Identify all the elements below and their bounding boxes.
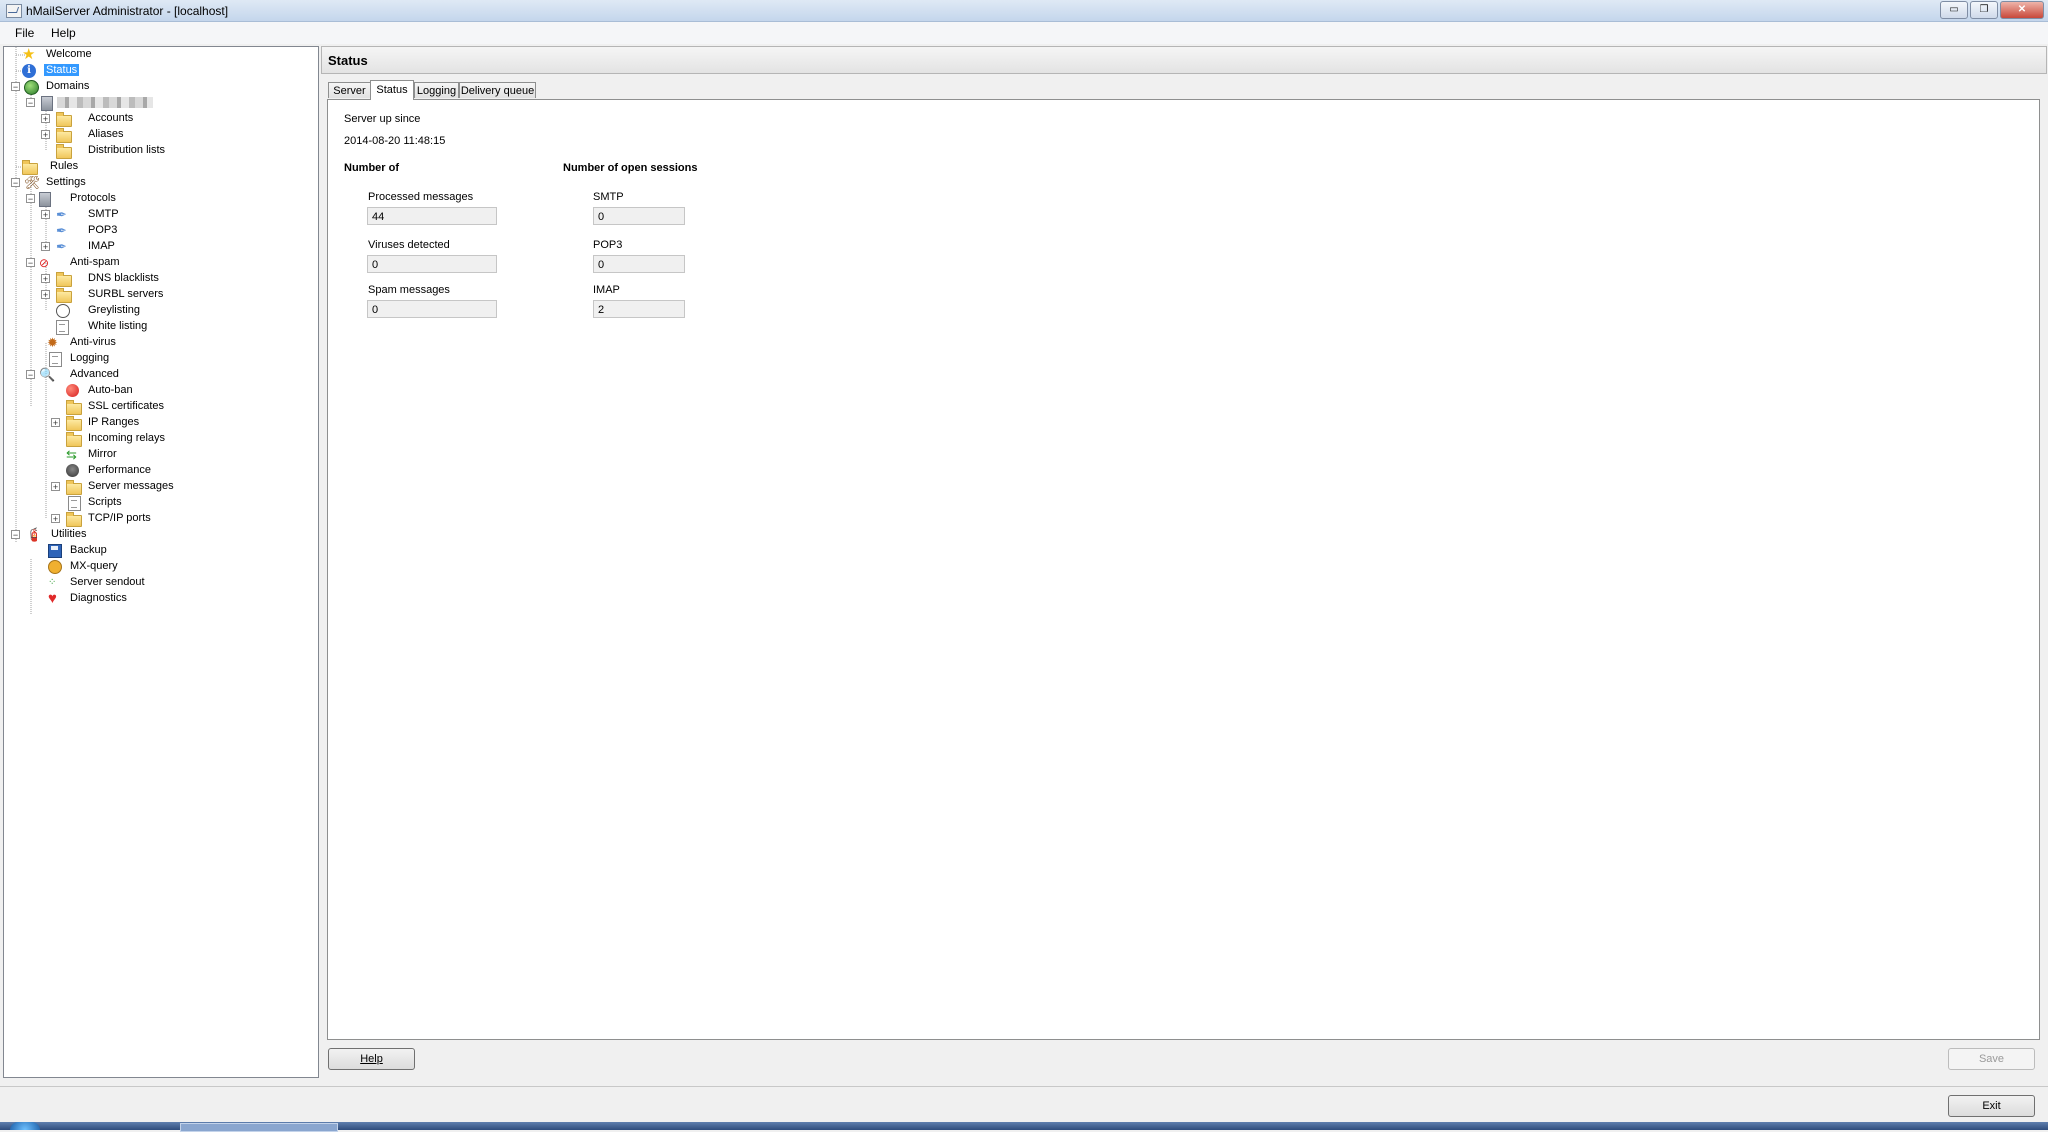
redacted-domain-name [57, 97, 153, 108]
folder-icon [22, 160, 38, 175]
collapse-icon[interactable]: − [11, 82, 20, 92]
menu-file[interactable]: File [15, 26, 34, 40]
collapse-icon[interactable]: − [26, 98, 35, 108]
folder-icon [56, 112, 72, 127]
folder-icon [56, 272, 72, 287]
window-controls: ▭ ❐ ✕ [1940, 1, 2044, 19]
tab-server[interactable]: Server [328, 82, 371, 98]
tree-item-domain-redacted[interactable]: − [23, 95, 173, 111]
taskbar [0, 1122, 2048, 1132]
folder-icon [56, 288, 72, 303]
expand-icon[interactable]: + [51, 482, 60, 492]
spam-messages-label: Spam messages [368, 284, 450, 296]
help-button[interactable]: Help [328, 1048, 415, 1070]
magnifier-icon: 🔍 [39, 367, 56, 382]
menu-bar: File Help [0, 22, 2048, 44]
log-icon [49, 352, 62, 367]
folder-icon [66, 416, 82, 431]
folder-icon [66, 480, 82, 495]
close-button[interactable]: ✕ [2000, 1, 2044, 19]
taskbar-window-button[interactable] [180, 1123, 338, 1132]
expand-icon[interactable]: + [51, 418, 60, 428]
collapse-icon[interactable]: − [26, 194, 35, 204]
server-up-since-label: Server up since [344, 113, 421, 125]
info-icon: i [22, 64, 36, 78]
title-bar: hMailServer Administrator - [localhost] … [0, 0, 2048, 22]
navigation-tree[interactable]: ★ Welcome i Status − Domains − + Account… [3, 46, 319, 1078]
tab-logging[interactable]: Logging [414, 82, 459, 98]
gauge-icon [66, 464, 79, 477]
spam-messages-field[interactable]: 0 [367, 300, 497, 318]
feather-icon: ✒ [56, 207, 67, 222]
smtp-sessions-label: SMTP [593, 191, 624, 203]
expand-icon[interactable]: + [41, 274, 50, 284]
protocols-icon [39, 192, 51, 207]
exit-button[interactable]: Exit [1948, 1095, 2035, 1117]
start-orb-icon[interactable] [10, 1122, 40, 1130]
feather-icon: ✒ [56, 239, 67, 254]
expand-icon[interactable]: + [41, 130, 50, 140]
bottom-separator [0, 1086, 2048, 1087]
open-sessions-heading: Number of open sessions [563, 162, 698, 174]
restore-button[interactable]: ❐ [1970, 1, 1998, 19]
tab-delivery-queue[interactable]: Delivery queue [459, 82, 536, 98]
tab-status[interactable]: Status [370, 80, 414, 100]
folder-icon [66, 512, 82, 527]
expand-icon[interactable]: + [41, 210, 50, 220]
expand-icon[interactable]: + [51, 514, 60, 524]
bug-icon: ✹ [47, 335, 58, 350]
save-icon [48, 544, 62, 558]
expand-icon[interactable]: + [41, 114, 50, 124]
folder-icon [56, 128, 72, 143]
pop3-sessions-field[interactable]: 0 [593, 255, 685, 273]
collapse-icon[interactable]: − [26, 370, 35, 380]
expand-icon[interactable]: + [41, 290, 50, 300]
star-icon: ★ [22, 46, 36, 63]
menu-help[interactable]: Help [51, 26, 76, 40]
clock-icon [56, 304, 70, 318]
folder-icon [66, 432, 82, 447]
imap-sessions-label: IMAP [593, 284, 620, 296]
script-icon [68, 496, 81, 511]
list-icon [56, 320, 69, 335]
heart-icon: ♥ [48, 590, 57, 607]
domain-icon [41, 96, 53, 111]
folder-icon [56, 144, 72, 159]
collapse-icon[interactable]: − [11, 530, 20, 540]
save-button[interactable]: Save [1948, 1048, 2035, 1070]
sendout-icon: ⁘ [48, 577, 56, 588]
collapse-icon[interactable]: − [26, 258, 35, 268]
status-panel: Server up since 2014-08-20 11:48:15 Numb… [327, 99, 2040, 1040]
pop3-sessions-label: POP3 [593, 239, 623, 251]
number-of-heading: Number of [344, 162, 399, 174]
processed-messages-label: Processed messages [368, 191, 474, 203]
minimize-button[interactable]: ▭ [1940, 1, 1968, 19]
utilities-icon: 🧯 [26, 527, 43, 542]
folder-icon [66, 400, 82, 415]
anti-spam-icon: ⊘ [39, 256, 50, 270]
processed-messages-field[interactable]: 44 [367, 207, 497, 225]
page-header: Status [321, 46, 2047, 74]
globe-icon [24, 80, 39, 95]
viruses-detected-label: Viruses detected [368, 239, 450, 251]
page-title: Status [328, 53, 368, 68]
mx-query-icon [48, 560, 62, 574]
mirror-icon: ⇆ [66, 447, 77, 462]
smtp-sessions-field[interactable]: 0 [593, 207, 685, 225]
viruses-detected-field[interactable]: 0 [367, 255, 497, 273]
app-icon [6, 4, 22, 18]
server-up-since-value: 2014-08-20 11:48:15 [344, 135, 446, 147]
feather-icon: ✒ [56, 223, 67, 238]
expand-icon[interactable]: + [41, 242, 50, 252]
help-button-label: Help [360, 1053, 383, 1065]
tools-icon: 🛠 [24, 175, 41, 190]
imap-sessions-field[interactable]: 2 [593, 300, 685, 318]
window-title: hMailServer Administrator - [localhost] [26, 4, 229, 18]
collapse-icon[interactable]: − [11, 178, 20, 188]
ban-icon [66, 384, 79, 397]
